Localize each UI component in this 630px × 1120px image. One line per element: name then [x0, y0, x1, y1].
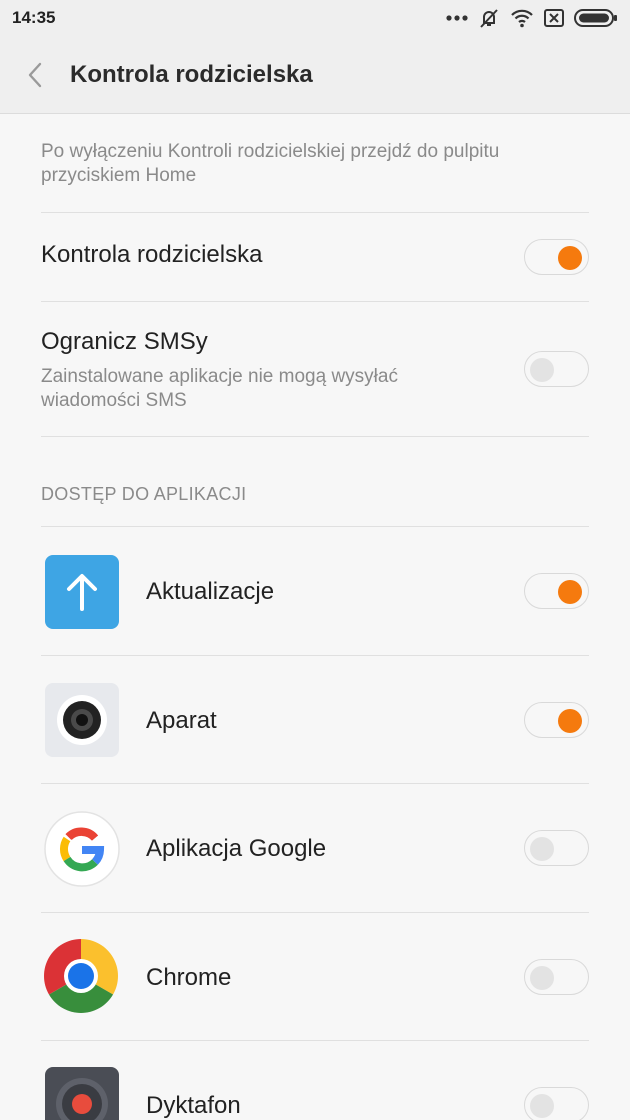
status-time: 14:35 — [12, 8, 56, 27]
no-sim-icon — [544, 9, 564, 27]
chevron-left-icon — [28, 62, 42, 87]
status-icons — [446, 7, 618, 29]
google-icon — [44, 811, 120, 887]
toggle-knob — [558, 246, 582, 270]
status-bar: 14:35 — [0, 0, 630, 36]
camera-icon — [45, 683, 119, 757]
app-row-aparat[interactable]: Aparat — [0, 656, 630, 784]
app-header: Kontrola rodzicielska — [0, 36, 630, 114]
toggle-knob — [530, 358, 554, 382]
app-toggle-chrome[interactable] — [524, 959, 589, 995]
parental-control-toggle[interactable] — [524, 239, 589, 275]
toggle-knob — [530, 966, 554, 990]
setting-row-parental-control[interactable]: Kontrola rodzicielska — [0, 213, 630, 301]
app-row-google[interactable]: Aplikacja Google — [0, 784, 630, 912]
recorder-icon — [45, 1067, 119, 1120]
app-toggle-google[interactable] — [524, 830, 589, 866]
toggle-knob — [530, 837, 554, 861]
divider — [41, 436, 589, 437]
more-dots-icon — [446, 15, 468, 21]
setting-title: Kontrola rodzicielska — [41, 241, 263, 268]
app-toggle-dyktafon[interactable] — [524, 1087, 589, 1120]
page-title: Kontrola rodzicielska — [70, 60, 313, 88]
app-name: Aktualizacje — [146, 578, 275, 605]
setting-subtitle: Zainstalowane aplikacje nie mogą wysyłać… — [41, 366, 398, 411]
toggle-knob — [558, 709, 582, 733]
app-row-chrome[interactable]: Chrome — [0, 913, 630, 1041]
app-name: Chrome — [146, 964, 232, 991]
update-arrow-icon — [45, 555, 119, 629]
app-name: Aparat — [146, 707, 217, 734]
wifi-icon — [511, 9, 533, 28]
settings-content[interactable]: Po wyłączeniu Kontroli rodzicielskiej pr… — [0, 114, 630, 1120]
limit-sms-toggle[interactable] — [524, 351, 589, 387]
toggle-knob — [558, 580, 582, 604]
back-button[interactable] — [0, 36, 70, 114]
silent-mode-icon — [480, 9, 498, 28]
app-toggle-aktualizacje[interactable] — [524, 573, 589, 609]
app-row-aktualizacje[interactable]: Aktualizacje — [0, 527, 630, 655]
toggle-knob — [530, 1094, 554, 1118]
battery-icon — [574, 9, 617, 27]
section-header: DOSTĘP DO APLIKACJI — [41, 484, 247, 504]
info-note: Po wyłączeniu Kontroli rodzicielskiej pr… — [41, 141, 500, 186]
app-name: Aplikacja Google — [146, 835, 327, 862]
app-row-dyktafon[interactable]: Dyktafon — [0, 1041, 630, 1120]
setting-title: Ogranicz SMSy — [41, 328, 208, 355]
setting-row-limit-sms[interactable]: Ogranicz SMSy Zainstalowane aplikacje ni… — [0, 302, 630, 436]
app-name: Dyktafon — [146, 1092, 241, 1119]
chrome-icon — [44, 939, 118, 1013]
app-toggle-aparat[interactable] — [524, 702, 589, 738]
